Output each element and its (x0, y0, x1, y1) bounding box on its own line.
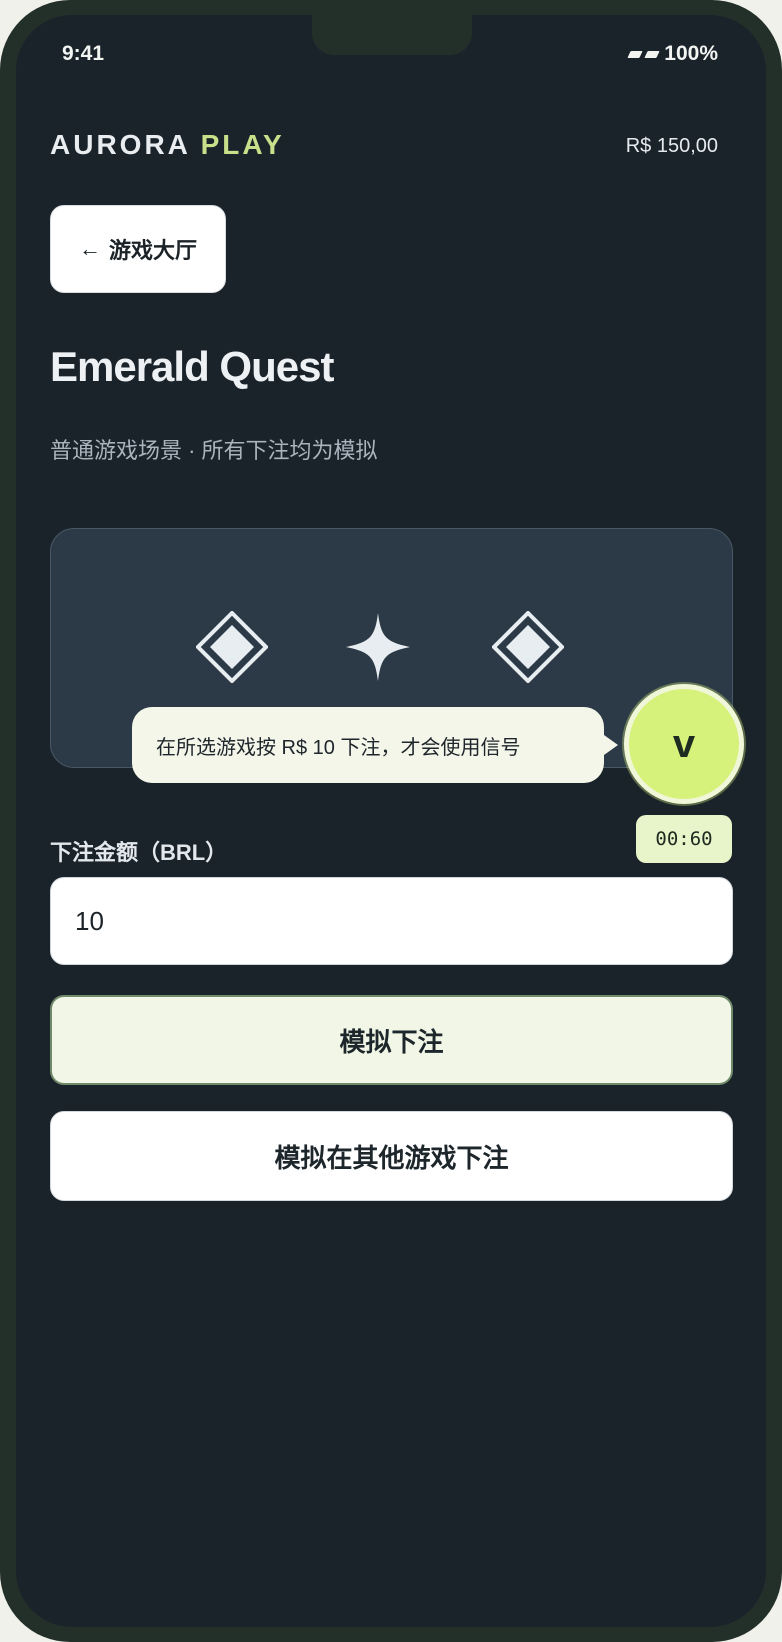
battery-level: 100% (664, 42, 718, 65)
diamond-icon (492, 611, 564, 683)
simulate-bet-button[interactable]: 模拟下注 (50, 995, 733, 1085)
sparkle-icon (346, 613, 410, 681)
device-frame: 9:41 100% AURORA PLAY R$ 150,00 ← 游戏大厅 E… (0, 0, 782, 1642)
bet-amount-label: 下注金额（BRL） (50, 840, 228, 865)
page-subtitle: 普通游戏场景 · 所有下注均为模拟 (50, 438, 378, 463)
brand-main: AURORA (50, 129, 190, 160)
status-time: 9:41 (62, 42, 105, 65)
status-right: 100% (627, 42, 718, 66)
simulate-other-game-bet-button[interactable]: 模拟在其他游戏下注 (50, 1111, 733, 1201)
screen: 9:41 100% AURORA PLAY R$ 150,00 ← 游戏大厅 E… (16, 15, 766, 1627)
page-title: Emerald Quest (50, 343, 334, 390)
arrow-left-icon: ← (78, 236, 101, 261)
bet-amount-input[interactable] (50, 877, 733, 965)
brand-accent: PLAY (200, 129, 285, 160)
back-to-lobby-button[interactable]: ← 游戏大厅 (50, 205, 226, 293)
signal-icon (627, 50, 660, 58)
signal-avatar-button[interactable]: v (624, 684, 744, 804)
signal-timer: 00:60 (636, 815, 732, 863)
balance: R$ 150,00 (625, 135, 718, 157)
diamond-icon (196, 611, 268, 683)
brand-logo: AURORA PLAY (50, 129, 285, 161)
back-button-label: 游戏大厅 (108, 238, 197, 263)
notch (312, 15, 472, 55)
signal-tooltip: 在所选游戏按 R$ 10 下注，才会使用信号 (132, 707, 618, 783)
